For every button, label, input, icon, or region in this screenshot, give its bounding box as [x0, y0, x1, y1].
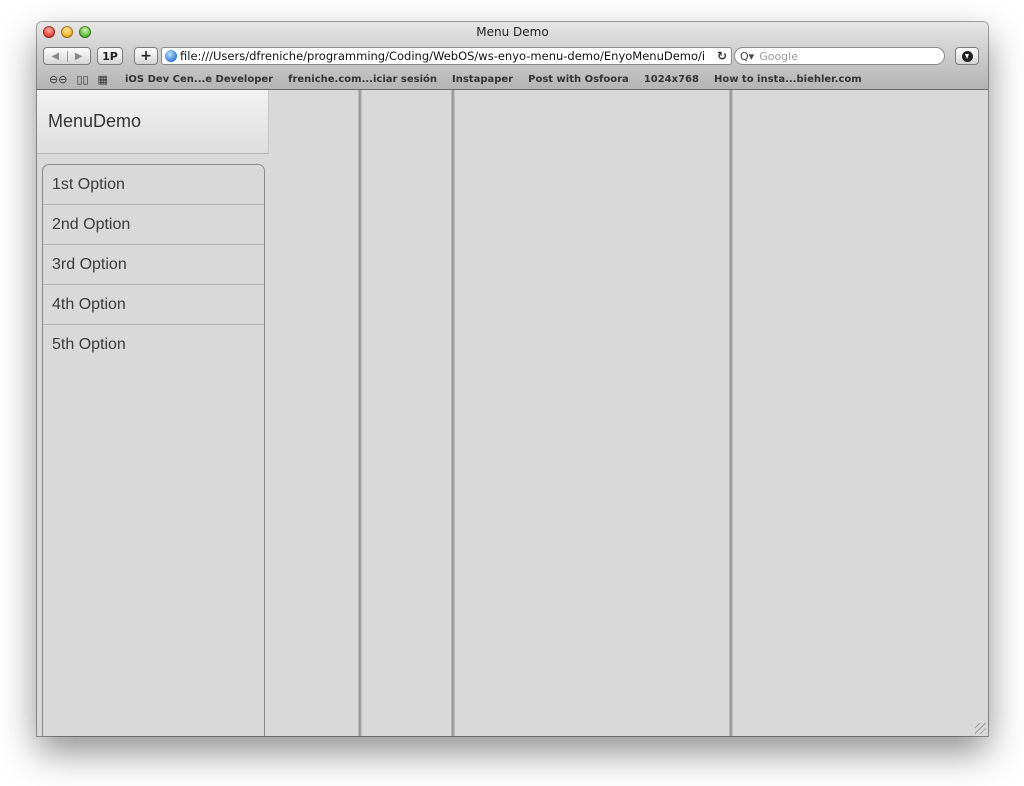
bookmark-item[interactable]: Post with Osfoora [528, 74, 629, 85]
search-placeholder: Google [759, 49, 798, 63]
menu-option[interactable]: 1st Option [43, 165, 264, 205]
window-resize-grip[interactable] [975, 723, 986, 734]
menu-option[interactable]: 4th Option [43, 285, 264, 325]
menu-option[interactable]: 5th Option [43, 325, 264, 365]
bookmarks-bar: ⊖⊖ ▯▯ ▦ iOS Dev Cen...e Developer frenic… [37, 71, 988, 87]
address-input[interactable]: file:///Users/dfreniche/programming/Codi… [180, 49, 713, 63]
pane-divider[interactable] [729, 90, 733, 736]
bookmark-item[interactable]: iOS Dev Cen...e Developer [125, 74, 273, 85]
download-icon [961, 50, 973, 62]
address-bar[interactable]: file:///Users/dfreniche/programming/Codi… [161, 47, 732, 65]
page-content: MenuDemo 1st Option 2nd Option 3rd Optio… [37, 90, 988, 736]
menu-option[interactable]: 3rd Option [43, 245, 264, 285]
bookmark-item[interactable]: freniche.com...iciar sesión [288, 74, 437, 85]
search-field[interactable]: Q▾ Google [734, 47, 945, 65]
add-bookmark-button[interactable]: + [134, 47, 158, 65]
browser-chrome: Menu Demo ◀ ▶ 1P + file:///Users/dfrenic… [37, 22, 988, 90]
top-sites-grid-icon[interactable]: ▦ [98, 73, 108, 86]
menu-list: 1st Option 2nd Option 3rd Option 4th Opt… [42, 164, 265, 736]
menu-option[interactable]: 2nd Option [43, 205, 264, 245]
search-icon: Q▾ [740, 49, 755, 63]
browser-window: Menu Demo ◀ ▶ 1P + file:///Users/dfrenic… [37, 22, 988, 736]
forward-arrow-icon[interactable]: ▶ [66, 50, 91, 62]
back-arrow-icon[interactable]: ◀ [44, 51, 67, 62]
bookmark-item[interactable]: How to insta...biehler.com [714, 74, 862, 85]
nav-buttons: ◀ ▶ [43, 47, 91, 65]
onepassword-button[interactable]: 1P [97, 47, 123, 65]
bookmarks-book-icon[interactable]: ▯▯ [76, 73, 88, 86]
globe-icon [165, 50, 177, 62]
bookmark-item[interactable]: 1024x768 [644, 74, 699, 85]
app-header: MenuDemo [37, 90, 269, 154]
bookmark-item[interactable]: Instapaper [452, 74, 513, 85]
downloads-button[interactable] [955, 47, 979, 65]
reload-icon[interactable]: ↻ [713, 49, 731, 63]
pane-divider[interactable] [451, 90, 455, 736]
window-title: Menu Demo [476, 25, 549, 39]
reading-glasses-icon[interactable]: ⊖⊖ [49, 73, 67, 86]
pane-divider[interactable] [358, 90, 362, 736]
